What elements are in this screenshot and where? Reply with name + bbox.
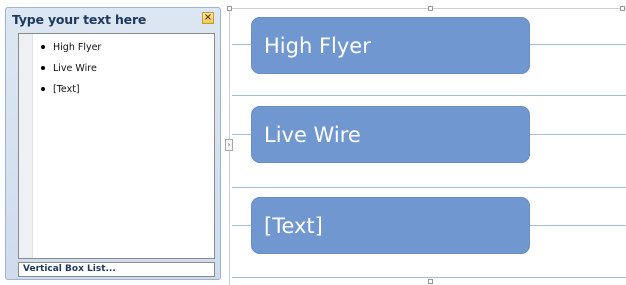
connector-line xyxy=(232,134,251,135)
list-item[interactable]: Live Wire xyxy=(41,61,97,75)
bullet-icon xyxy=(41,66,45,70)
expand-text-pane-icon[interactable]: › xyxy=(225,139,233,151)
list-item[interactable]: [Text] xyxy=(41,82,80,96)
divider-line xyxy=(232,187,626,188)
divider-line xyxy=(232,95,626,96)
connector-line xyxy=(232,225,251,226)
connector-line xyxy=(530,44,626,45)
list-item-label: High Flyer xyxy=(53,41,102,53)
diagram-box[interactable]: [Text] xyxy=(251,197,530,254)
resize-handle-top[interactable] xyxy=(428,6,433,11)
text-pane: Type your text here × High Flyer Live Wi… xyxy=(5,7,221,280)
list-item-label: [Text] xyxy=(53,83,80,95)
diagram-box[interactable]: High Flyer xyxy=(251,17,530,74)
list-gutter xyxy=(19,34,33,258)
connector-line xyxy=(530,225,626,226)
diagram-box[interactable]: Live Wire xyxy=(251,106,530,163)
resize-handle-top-right[interactable] xyxy=(620,6,625,11)
close-icon[interactable]: × xyxy=(202,12,214,24)
connector-line xyxy=(232,44,251,45)
divider-line xyxy=(232,277,626,278)
bullet-icon xyxy=(41,87,45,91)
list-item-label: Live Wire xyxy=(53,62,97,74)
bullet-icon xyxy=(41,45,45,49)
list-item[interactable]: High Flyer xyxy=(41,40,101,54)
connector-line xyxy=(530,134,626,135)
bullet-list[interactable]: High Flyer Live Wire [Text] xyxy=(18,33,215,259)
text-pane-title: Type your text here xyxy=(12,12,147,27)
resize-handle-top-left[interactable] xyxy=(227,6,232,11)
layout-name-link[interactable]: Vertical Box List... xyxy=(18,262,215,277)
resize-handle-bottom[interactable] xyxy=(428,279,433,284)
